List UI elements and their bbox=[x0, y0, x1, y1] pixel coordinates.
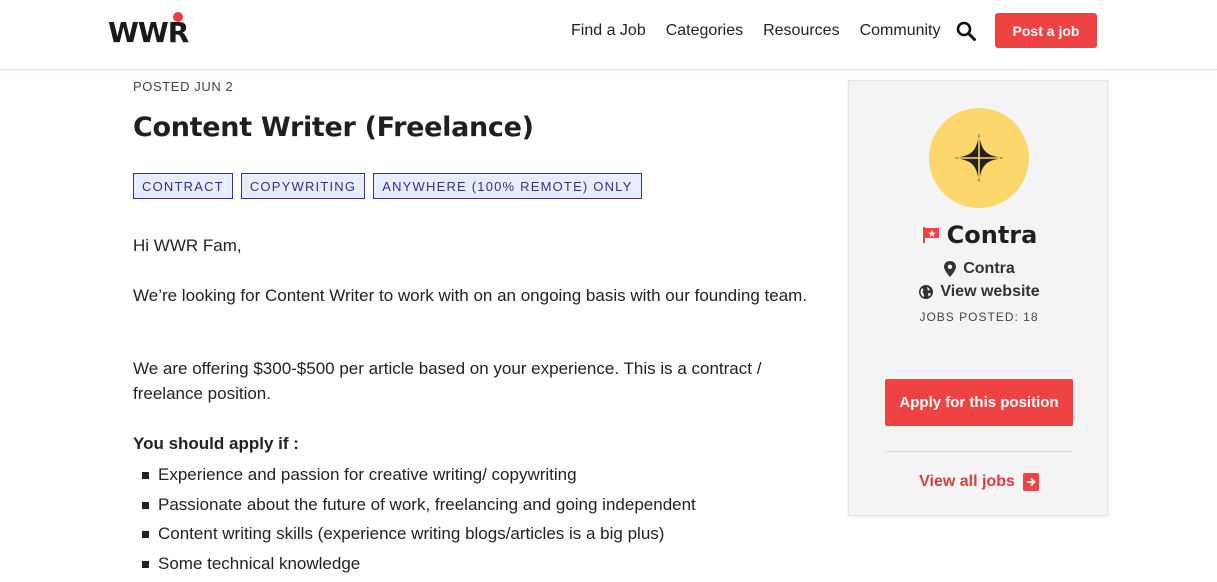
posted-date: POSTED JUN 2 bbox=[133, 79, 234, 94]
company-card: Contra Contra View website JOBS POSTED: … bbox=[848, 80, 1108, 516]
post-job-button[interactable]: Post a job bbox=[995, 13, 1097, 48]
location-pin-icon bbox=[944, 261, 957, 277]
company-location: Contra bbox=[849, 260, 1109, 278]
list-item: Content writing skills (experience writi… bbox=[141, 519, 696, 549]
site-header: WWR Find a Job Categories Resources Comm… bbox=[0, 0, 1217, 70]
tag-region[interactable]: ANYWHERE (100% REMOTE) ONLY bbox=[373, 173, 642, 199]
company-website-link[interactable]: View website bbox=[849, 283, 1109, 301]
nav-find-a-job[interactable]: Find a Job bbox=[571, 22, 646, 40]
apply-button[interactable]: Apply for this position bbox=[885, 379, 1073, 426]
flag-icon bbox=[922, 227, 939, 243]
list-item: Some technical knowledge bbox=[141, 549, 696, 579]
main-nav: Find a Job Categories Resources Communit… bbox=[571, 22, 960, 40]
greeting-text: Hi WWR Fam, bbox=[133, 236, 242, 255]
job-title: Content Writer (Freelance) bbox=[133, 112, 534, 143]
company-name-row: Contra bbox=[849, 221, 1109, 249]
jobs-posted-row: JOBS POSTED: 18 bbox=[849, 310, 1109, 324]
description-paragraph-1: We’re looking for Content Writer to work… bbox=[133, 286, 808, 305]
nav-resources[interactable]: Resources bbox=[763, 22, 839, 40]
nav-categories[interactable]: Categories bbox=[666, 22, 743, 40]
globe-icon bbox=[919, 285, 934, 299]
list-item: Experience and passion for creative writ… bbox=[141, 460, 696, 490]
tag-copywriting[interactable]: COPYWRITING bbox=[240, 173, 366, 199]
company-name[interactable]: Contra bbox=[947, 221, 1038, 249]
apply-heading: You should apply if : bbox=[133, 434, 299, 453]
location-text: Contra bbox=[963, 260, 1015, 277]
card-divider bbox=[885, 451, 1073, 452]
contra-star-icon bbox=[954, 133, 1004, 183]
list-item: Passionate about the future of work, fre… bbox=[141, 490, 696, 520]
view-all-jobs-link[interactable]: View all jobs bbox=[849, 473, 1109, 491]
jobs-posted-count: JOBS POSTED: 18 bbox=[919, 310, 1039, 324]
logo-dot-icon bbox=[173, 12, 183, 22]
website-link-text[interactable]: View website bbox=[940, 283, 1039, 301]
tag-contract[interactable]: CONTRACT bbox=[133, 173, 233, 199]
company-logo[interactable] bbox=[929, 108, 1029, 208]
job-tags: CONTRACT COPYWRITING ANYWHERE (100% REMO… bbox=[133, 173, 650, 199]
arrow-right-icon bbox=[1022, 473, 1039, 491]
description-paragraph-2: We are offering $300-$500 per article ba… bbox=[133, 359, 762, 403]
nav-community[interactable]: Community bbox=[860, 22, 941, 40]
search-icon[interactable] bbox=[956, 21, 976, 41]
requirements-list: Experience and passion for creative writ… bbox=[141, 460, 696, 578]
view-all-jobs-label[interactable]: View all jobs bbox=[919, 473, 1015, 491]
